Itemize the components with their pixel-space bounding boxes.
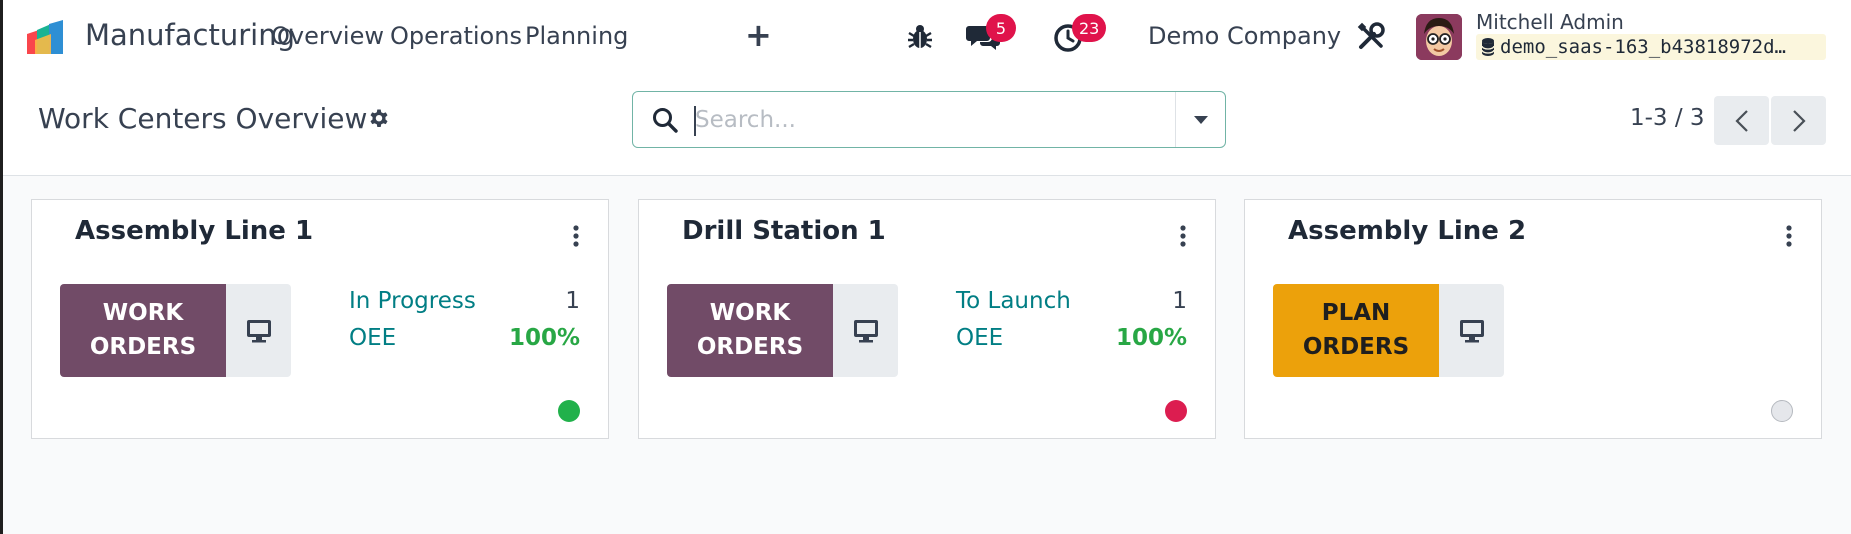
- tablet-view-button[interactable]: [226, 284, 291, 377]
- workcenter-card[interactable]: Assembly Line 2 PLAN ORDERS: [1244, 199, 1822, 439]
- pager-previous-button[interactable]: [1714, 96, 1769, 145]
- status-dot[interactable]: [1165, 400, 1187, 422]
- bug-icon[interactable]: [903, 20, 937, 54]
- oee-value[interactable]: 100%: [1116, 325, 1187, 351]
- kebab-menu-icon[interactable]: [572, 225, 580, 247]
- button-line-1: WORK: [709, 300, 791, 327]
- status-label[interactable]: To Launch: [956, 288, 1071, 314]
- desktop-icon: [246, 319, 271, 342]
- tablet-view-button[interactable]: [1439, 284, 1504, 377]
- caret-down-icon: [1193, 115, 1208, 124]
- database-tag: demo_saas-163_b43818972d…: [1476, 34, 1826, 60]
- pager-next-button[interactable]: [1771, 96, 1826, 145]
- desktop-icon: [1459, 319, 1484, 342]
- status-label[interactable]: In Progress: [349, 288, 476, 314]
- card-title: Drill Station 1: [682, 216, 886, 246]
- desktop-icon: [853, 319, 878, 342]
- pager-value[interactable]: 1-3 / 3: [1630, 105, 1705, 131]
- messages-badge: 5: [986, 14, 1016, 42]
- card-title: Assembly Line 1: [75, 216, 314, 246]
- button-line-2: ORDERS: [1302, 333, 1410, 360]
- card-title: Assembly Line 2: [1288, 216, 1527, 246]
- chevron-left-icon: [1734, 109, 1748, 132]
- menu-planning[interactable]: Planning: [525, 22, 628, 50]
- control-panel: Work Centers Overview 1-3 / 3: [3, 76, 1851, 176]
- search-box: [632, 91, 1226, 148]
- status-dot[interactable]: [1771, 400, 1793, 422]
- chevron-right-icon: [1792, 109, 1806, 132]
- app-name[interactable]: Manufacturing: [85, 18, 295, 52]
- gear-icon[interactable]: [367, 108, 391, 132]
- button-line-2: ORDERS: [89, 333, 197, 360]
- manufacturing-app-icon[interactable]: [25, 20, 75, 56]
- activities-badge: 23: [1072, 14, 1107, 42]
- status-count[interactable]: 1: [565, 288, 580, 314]
- workcenter-card[interactable]: Assembly Line 1 WORK ORDERS In Progress 1…: [31, 199, 609, 439]
- database-icon: [1481, 38, 1495, 56]
- tablet-view-button[interactable]: [833, 284, 898, 377]
- oee-label[interactable]: OEE: [349, 325, 396, 351]
- status-count[interactable]: 1: [1172, 288, 1187, 314]
- oee-label[interactable]: OEE: [956, 325, 1003, 351]
- work-orders-button[interactable]: WORK ORDERS: [667, 284, 833, 377]
- database-name: demo_saas-163_b43818972d…: [1500, 36, 1786, 58]
- company-switcher[interactable]: Demo Company: [1148, 22, 1341, 50]
- top-navbar: Manufacturing Overview Operations Planni…: [3, 0, 1851, 76]
- work-orders-button[interactable]: WORK ORDERS: [60, 284, 226, 377]
- kebab-menu-icon[interactable]: [1179, 225, 1187, 247]
- button-line-1: WORK: [102, 300, 184, 327]
- oee-value[interactable]: 100%: [509, 325, 580, 351]
- search-options-toggle[interactable]: [1175, 92, 1225, 147]
- user-name[interactable]: Mitchell Admin: [1476, 10, 1624, 34]
- status-dot[interactable]: [558, 400, 580, 422]
- user-avatar[interactable]: [1416, 14, 1462, 60]
- button-line-1: PLAN: [1321, 300, 1391, 327]
- kebab-menu-icon[interactable]: [1785, 225, 1793, 247]
- search-input[interactable]: [695, 100, 1155, 140]
- menu-operations[interactable]: Operations: [390, 22, 522, 50]
- plan-orders-button[interactable]: PLAN ORDERS: [1273, 284, 1439, 377]
- menu-overview[interactable]: Overview: [271, 22, 384, 50]
- search-icon: [653, 108, 678, 133]
- tools-icon[interactable]: [1354, 20, 1388, 54]
- button-line-2: ORDERS: [696, 333, 804, 360]
- workcenter-card[interactable]: Drill Station 1 WORK ORDERS To Launch 1 O…: [638, 199, 1216, 439]
- page-title: Work Centers Overview: [38, 102, 368, 135]
- plus-icon[interactable]: +: [745, 16, 772, 54]
